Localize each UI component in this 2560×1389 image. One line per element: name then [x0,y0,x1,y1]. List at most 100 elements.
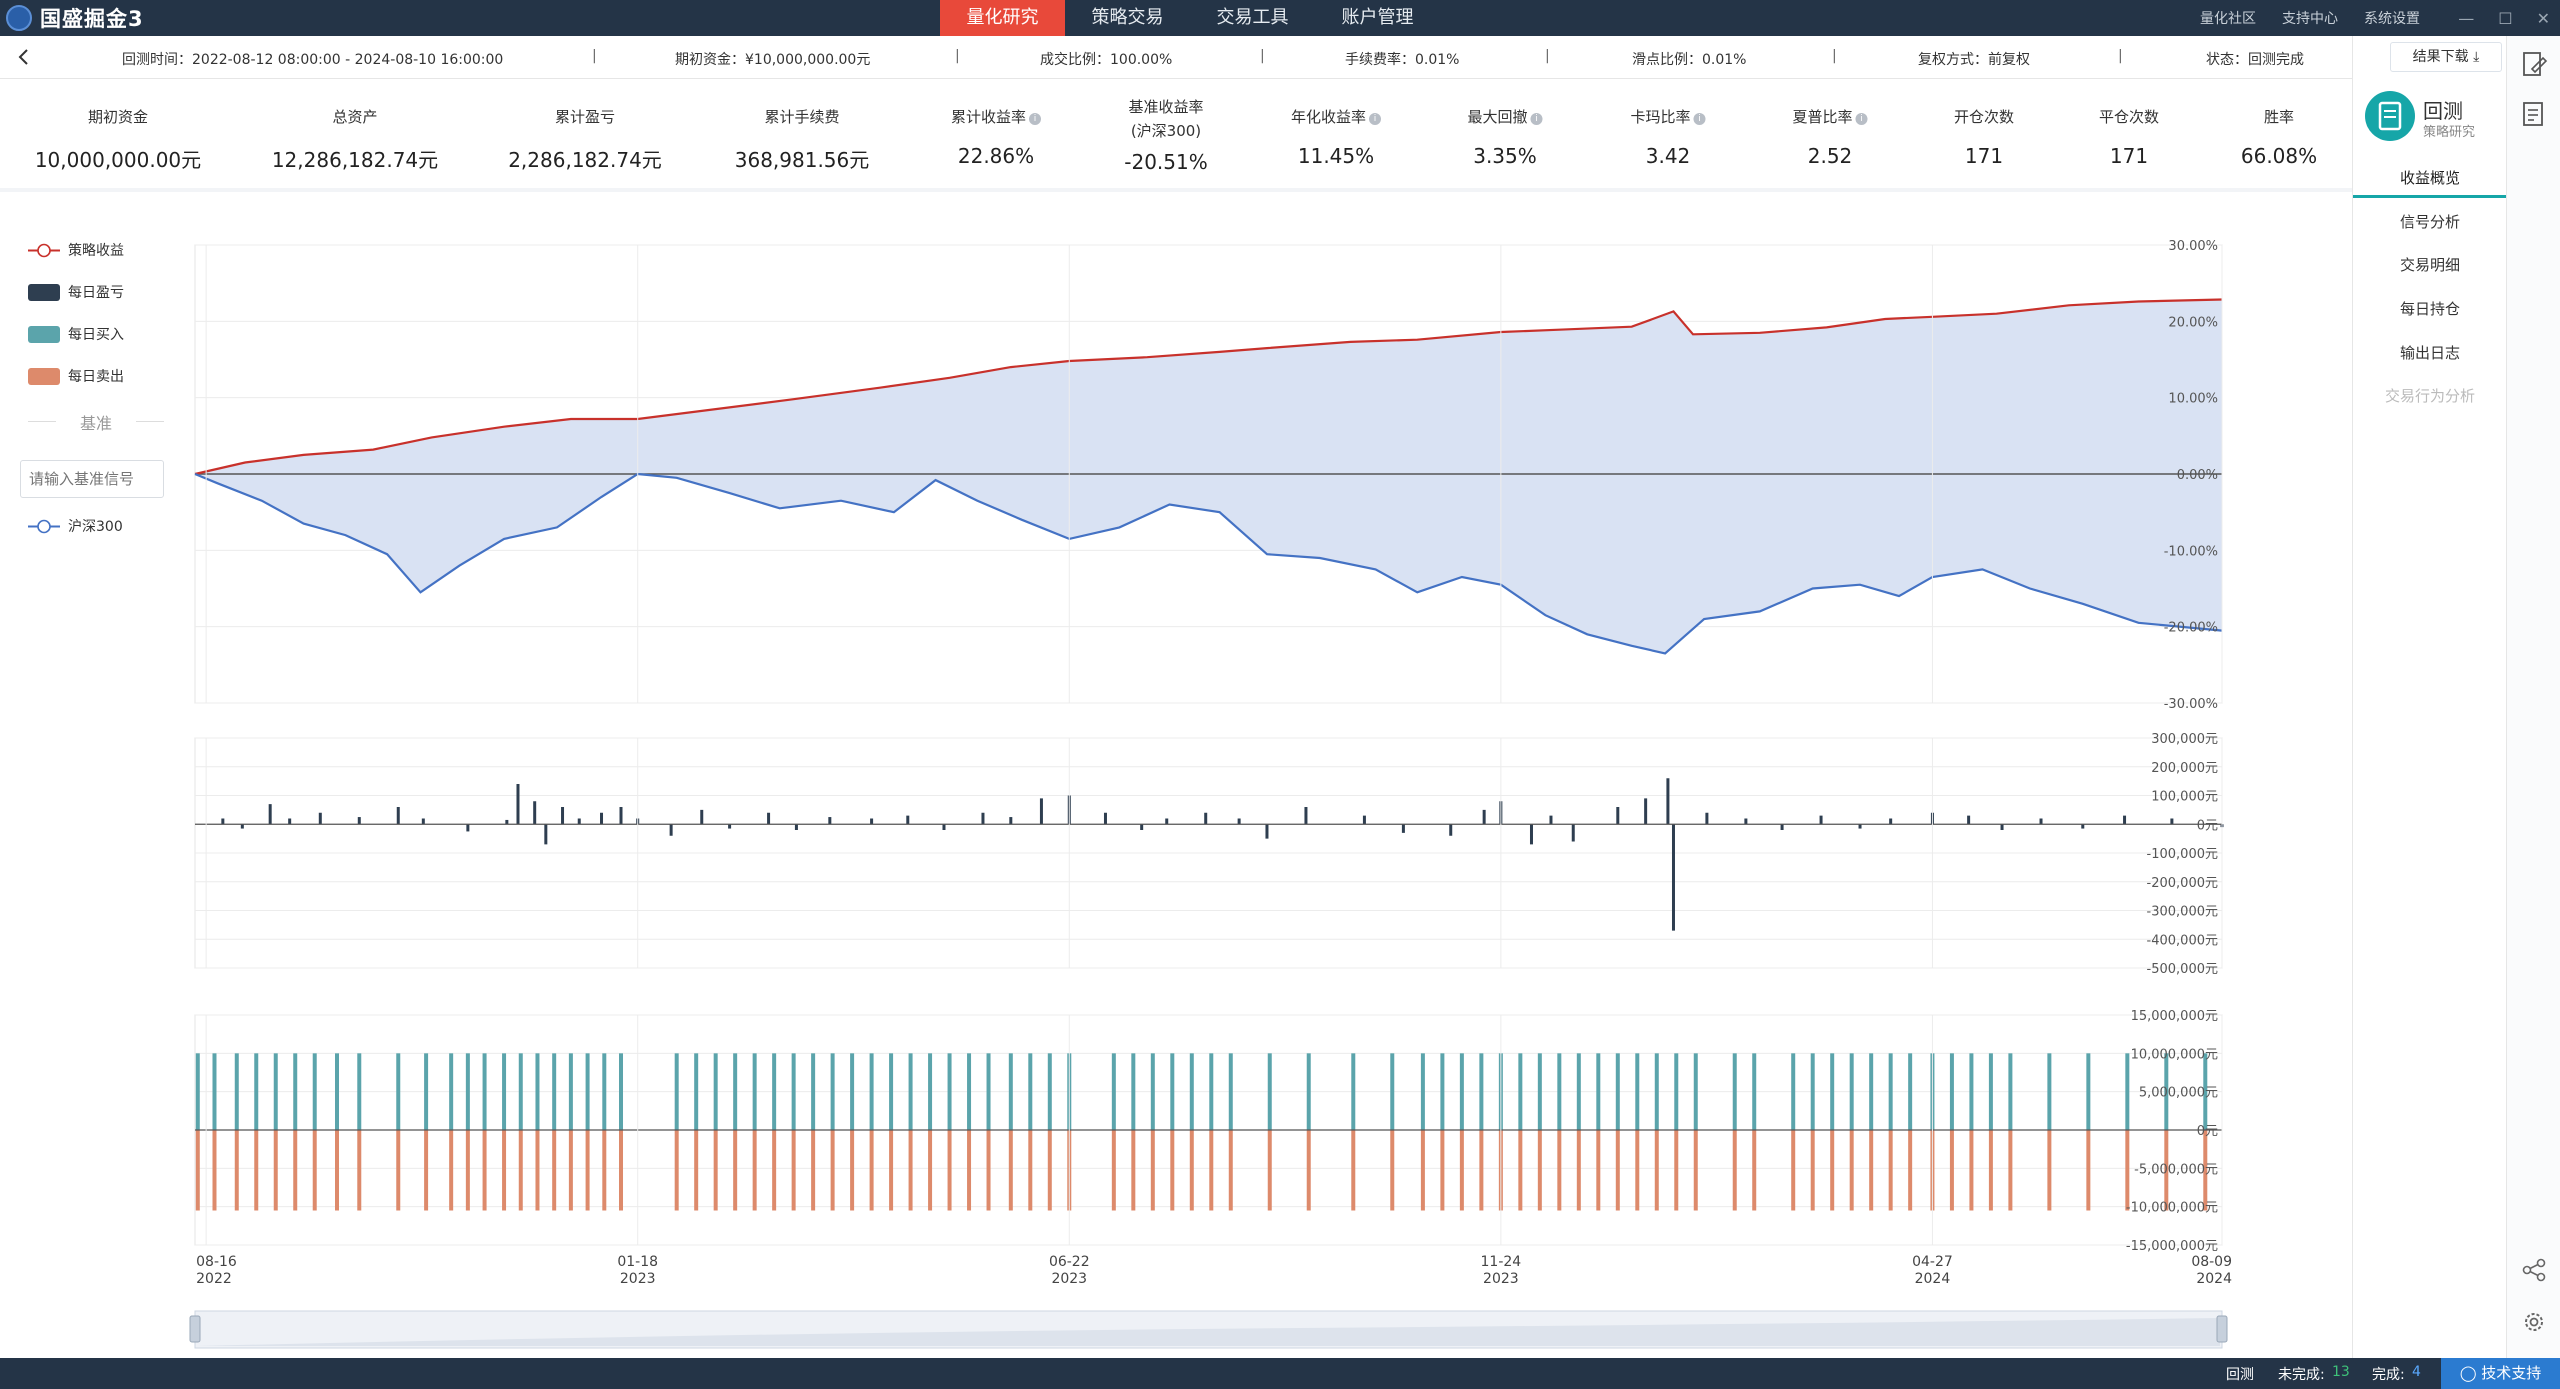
zoom-slider[interactable] [189,1310,2228,1349]
sell-bar [482,1130,487,1211]
sell-bar [1752,1130,1757,1211]
sell-bar [1459,1130,1464,1211]
buy-bar [1170,1053,1175,1130]
x-tick-label: 04-27 [1912,1254,1953,1270]
status-bar: 回测 未完成: 13 完成: 4 ◯ 技术支持 [0,1358,2560,1389]
buy-bar [1131,1053,1136,1130]
buy-bar [1189,1053,1194,1130]
sell-bar [1306,1130,1311,1211]
sell-bar [1674,1130,1679,1211]
buy-bar [602,1053,607,1130]
buy-bar [850,1053,855,1130]
pnl-bar [767,812,771,825]
sell-bar [1189,1130,1194,1211]
edit-document-icon[interactable] [2520,50,2548,78]
sell-bar [1228,1130,1233,1211]
y-tick-label: 200,000元 [2151,761,2218,776]
buy-bar [585,1053,590,1130]
sell-bar [1969,1130,1974,1211]
sell-bar [791,1130,796,1211]
status-pending-count: 13 [2332,1364,2350,1380]
pnl-bar [268,804,272,825]
sell-bar [2047,1130,2052,1211]
x-tick-year: 2023 [1051,1271,1087,1287]
sell-bar [1949,1130,1954,1211]
settings-gear-icon[interactable] [2520,1308,2548,1336]
buy-bar [1830,1053,1835,1130]
menu-output-log[interactable]: 输出日志 [2353,333,2507,373]
sell-bar [1810,1130,1815,1211]
sell-bar [1150,1130,1155,1211]
maximize-icon[interactable]: ☐ [2498,9,2512,28]
sell-bar [1047,1130,1052,1211]
tech-support-button[interactable]: ◯ 技术支持 [2441,1358,2560,1389]
zoom-handle-right[interactable] [2216,1315,2228,1343]
sell-bar [1732,1130,1737,1211]
buy-bar [1596,1053,1601,1130]
menu-returns-overview[interactable]: 收益概览 [2353,158,2507,198]
report-icon[interactable] [2520,100,2548,128]
sell-bar [2125,1130,2130,1211]
sell-bar [1576,1130,1581,1211]
pnl-bar [1140,824,1144,830]
pnl-bar [1967,815,1971,825]
pnl-bar [1362,815,1366,825]
sell-bar [2086,1130,2091,1211]
pnl-bar [577,818,581,825]
status-backtest[interactable]: 回测 [2226,1364,2254,1384]
menu-signal-analysis[interactable]: 信号分析 [2353,202,2507,242]
buy-bar [518,1053,523,1130]
pnl-bar [870,818,874,825]
buy-bar [811,1053,816,1130]
pnl-bar [981,812,985,825]
buy-bar [1732,1053,1737,1130]
pnl-bar [1165,818,1169,825]
pnl-bar [288,818,292,825]
minimize-icon[interactable]: — [2458,9,2474,28]
sell-bar [889,1130,894,1211]
sell-bar [502,1130,507,1211]
pnl-bar [1204,812,1208,825]
buy-bar [1557,1053,1562,1130]
sell-bar [1209,1130,1214,1211]
daily-trades-chart: 15,000,000元 10,000,000元 5,000,000元 0元 -5,000… [194,1009,2223,1254]
y-tick-label: -15,000,000元 [2126,1239,2218,1254]
sell-bar [830,1130,835,1211]
close-icon[interactable]: ✕ [2537,9,2550,28]
buy-bar [1459,1053,1464,1130]
pnl-bar [2000,824,2004,830]
module-subtitle: 策略研究 [2423,125,2476,140]
share-icon[interactable] [2520,1256,2548,1284]
sell-bar [811,1130,816,1211]
sell-bar [1537,1130,1542,1211]
buy-bar [772,1053,777,1130]
sell-bar [535,1130,540,1211]
zoom-handle-left[interactable] [189,1315,201,1343]
y-tick-label: -20.00% [2164,621,2218,636]
pnl-bar [1304,807,1308,825]
sell-bar [1908,1130,1913,1211]
buy-bar [869,1053,874,1130]
menu-trade-details[interactable]: 交易明细 [2353,245,2507,285]
module-title: 回测 [2423,99,2463,123]
sell-bar [1028,1130,1033,1211]
y-tick-label: 0元 [2197,818,2218,833]
pnl-bar [1858,824,1862,829]
pnl-bar [240,824,244,829]
buy-bar [791,1053,796,1130]
x-tick-year: 2023 [620,1271,656,1287]
y-tick-label: 10.00% [2168,392,2218,407]
buy-bar [674,1053,679,1130]
buy-bar [1209,1053,1214,1130]
buy-bar [619,1053,624,1130]
tool-strip [2506,36,2560,1358]
buy-bar [1351,1053,1356,1130]
menu-daily-positions[interactable]: 每日持仓 [2353,289,2507,329]
y-tick-label: -300,000元 [2147,905,2218,920]
buy-bar [234,1053,239,1130]
buy-bar [1008,1053,1013,1130]
buy-bar [2086,1053,2091,1130]
buy-bar [1420,1053,1425,1130]
link-system-settings[interactable]: 系统设置 [2364,8,2420,28]
tech-support-label: 技术支持 [2481,1364,2542,1382]
